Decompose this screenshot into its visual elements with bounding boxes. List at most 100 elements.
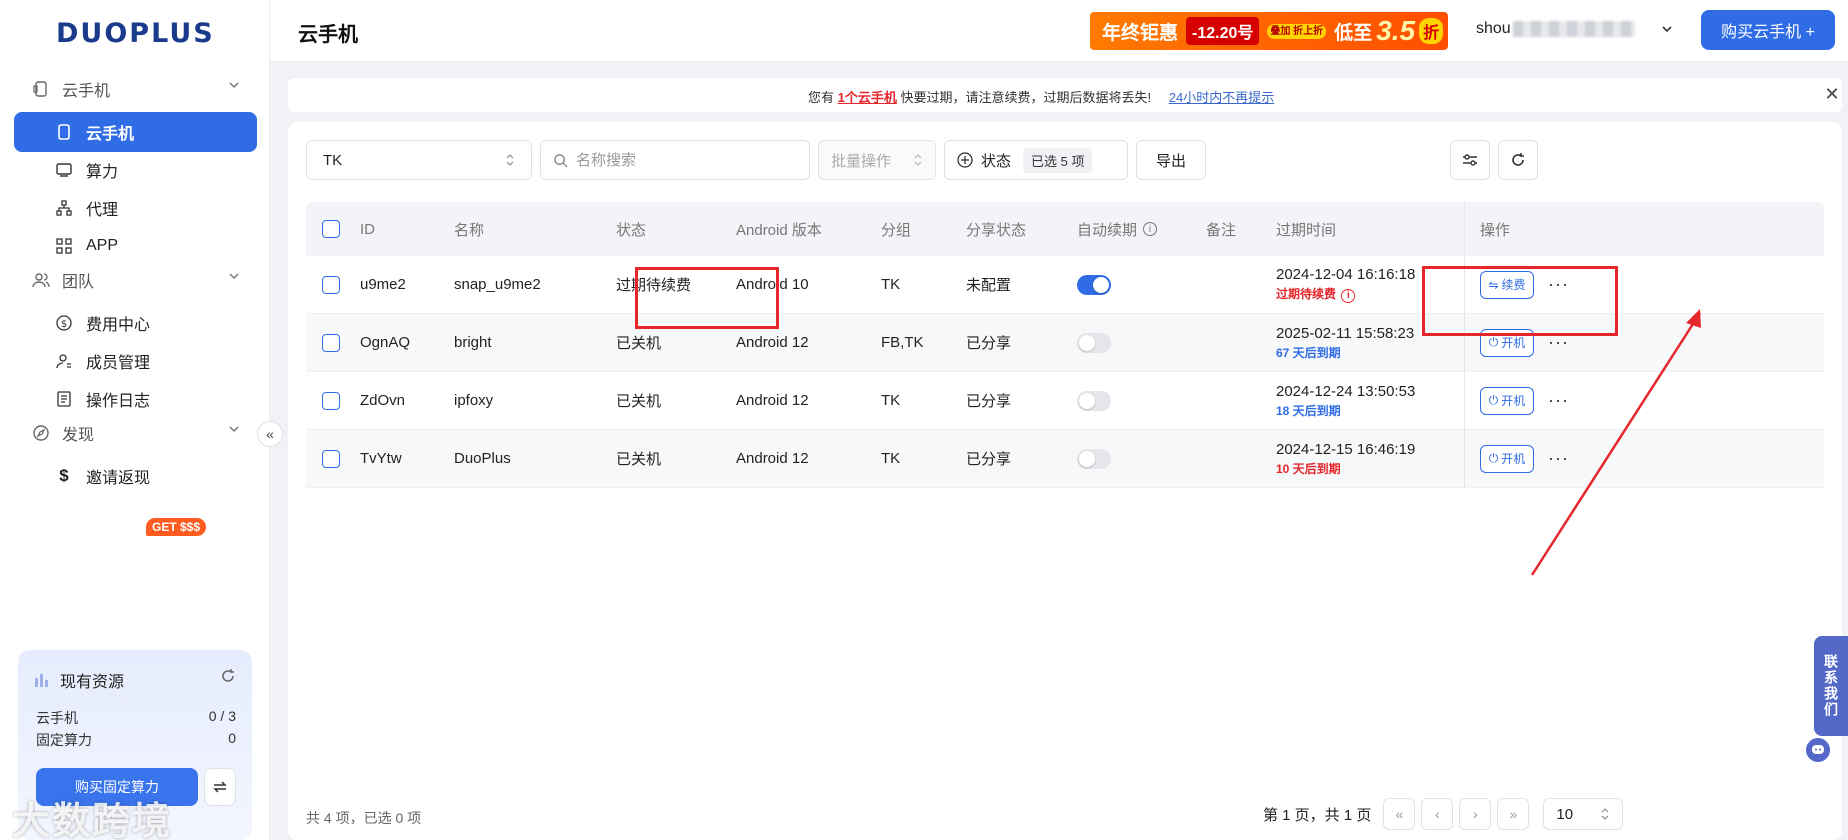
expire-note: 10 天后到期 — [1276, 461, 1341, 476]
sidebar-item-proxy[interactable]: 代理 — [14, 188, 257, 228]
sort-arrows-icon — [913, 153, 923, 167]
power-icon: ⏻ — [1488, 335, 1499, 349]
user-menu[interactable]: shou — [1476, 20, 1673, 38]
cell-status: 已关机 — [616, 335, 662, 352]
chevron-down-icon — [1661, 23, 1673, 35]
plus-circle-icon — [957, 152, 973, 168]
get-money-badge: GET $$$ — [146, 518, 207, 536]
close-icon[interactable]: ✕ — [1822, 84, 1842, 104]
pagination: 第 1 页，共 1 页 « ‹ › » 10 — [1263, 798, 1624, 830]
page-size-select[interactable]: 10 — [1543, 798, 1624, 830]
cell-android: Android 10 — [736, 276, 809, 293]
cell-id: u9me2 — [360, 276, 406, 293]
col-expire: 过期时间 — [1276, 221, 1337, 239]
nav-group-cloud-phone[interactable]: 云手机 — [30, 74, 240, 104]
col-android: Android 版本 — [736, 221, 822, 239]
row-checkbox[interactable] — [322, 391, 340, 410]
row-checkbox[interactable] — [322, 449, 340, 468]
sidebar-item-app[interactable]: APP — [14, 226, 257, 266]
table-header: ID 名称 状态 Android 版本 分组 分享状态 自动续期 i 备注 过期… — [306, 202, 1824, 256]
refresh-icon[interactable] — [220, 668, 236, 684]
resources-title: 现有资源 — [34, 668, 124, 692]
buy-fixed-compute-button[interactable]: 购买固定算力 — [36, 768, 198, 806]
cell-expire: 2024-12-24 13:50:53 18 天后到期 — [1276, 382, 1416, 418]
refresh-icon[interactable] — [1498, 140, 1538, 180]
col-status: 状态 — [616, 221, 647, 239]
promo-banner[interactable]: 年终钜惠 -12.20号 叠加 折上折 低至 3.5 折 — [1090, 12, 1448, 50]
prev-page-icon[interactable]: ‹ — [1421, 798, 1454, 830]
cell-expire: 2025-02-11 15:58:23 67 天后到期 — [1276, 324, 1415, 360]
auto-renew-toggle[interactable] — [1077, 332, 1111, 353]
cell-group: FB,TK — [881, 334, 924, 351]
info-icon[interactable]: i — [1143, 222, 1158, 236]
sidebar-item-compute[interactable]: 算力 — [14, 150, 257, 190]
last-page-icon[interactable]: » — [1497, 798, 1530, 830]
page-info: 第 1 页，共 1 页 — [1263, 806, 1372, 824]
row-checkbox[interactable] — [322, 333, 340, 352]
svg-text:$: $ — [61, 319, 67, 330]
sidebar-item-logs[interactable]: 操作日志 — [14, 379, 257, 419]
sidebar-item-members[interactable]: 成员管理 — [14, 341, 257, 381]
search-input[interactable] — [576, 151, 796, 169]
selection-summary: 共 4 项，已选 0 项 — [306, 810, 422, 826]
search-box[interactable] — [540, 140, 810, 180]
resource-row-compute: 固定算力 0 — [36, 730, 236, 748]
next-page-icon[interactable]: › — [1459, 798, 1492, 830]
auto-renew-toggle[interactable] — [1077, 448, 1111, 469]
status-filter[interactable]: 状态 已选 5 项 — [944, 140, 1128, 180]
cell-id: ZdOvn — [360, 392, 406, 409]
col-id: ID — [360, 220, 375, 238]
cell-share: 未配置 — [966, 277, 1012, 294]
cell-expire: 2024-12-04 16:16:18 过期待续费 i — [1276, 266, 1416, 303]
nav-group-team[interactable]: 团队 — [30, 265, 240, 295]
sidebar-item-label: 算力 — [86, 164, 119, 181]
divider — [1464, 256, 1465, 313]
first-page-icon[interactable]: « — [1383, 798, 1416, 830]
dollar-circle-icon: $ — [54, 313, 74, 333]
cell-name: ipfoxy — [454, 392, 494, 409]
group-select[interactable]: TK — [306, 140, 532, 180]
auto-renew-toggle[interactable] — [1077, 274, 1111, 295]
nav-group-label: 发现 — [62, 427, 95, 444]
batch-operations-select[interactable]: 批量操作 — [818, 140, 936, 180]
contact-us-tab[interactable]: 联系我们 — [1814, 636, 1848, 736]
status-selected-count: 已选 5 项 — [1023, 147, 1093, 173]
col-auto-renew: 自动续期 i — [1077, 202, 1158, 256]
resource-row-phones: 云手机 0 / 3 — [36, 708, 236, 726]
phone-outline-icon — [30, 78, 52, 100]
chevron-down-icon — [228, 270, 240, 282]
chat-icon[interactable] — [1804, 736, 1832, 764]
export-button[interactable]: 导出 — [1136, 140, 1206, 180]
cell-status: 已关机 — [616, 393, 662, 410]
sidebar-item-billing[interactable]: $ 费用中心 — [14, 303, 257, 343]
swap-icon[interactable] — [204, 768, 236, 806]
collapse-sidebar-icon[interactable]: « — [257, 421, 283, 447]
select-all-checkbox[interactable] — [322, 220, 340, 238]
divider — [1464, 314, 1465, 371]
dismiss-24h-link[interactable]: 24小时内不再提示 — [1169, 90, 1274, 105]
row-checkbox[interactable] — [322, 275, 340, 294]
resources-card: 现有资源 云手机 0 / 3 固定算力 0 购买固定算力 — [18, 650, 252, 840]
buy-cloud-phone-button[interactable]: 购买云手机 + — [1701, 10, 1835, 50]
column-settings-icon[interactable] — [1450, 140, 1490, 180]
cell-name: DuoPlus — [454, 450, 511, 467]
document-icon — [54, 389, 74, 409]
auto-renew-toggle[interactable] — [1077, 390, 1111, 411]
col-ops: 操作 — [1480, 221, 1511, 239]
redacted-username — [1512, 21, 1635, 37]
sidebar-item-cloud-phone[interactable]: 云手机 — [14, 112, 257, 152]
more-icon[interactable]: ··· — [1548, 274, 1569, 295]
user-manage-icon — [54, 351, 74, 371]
expiring-phone-link[interactable]: 1个云手机 — [838, 90, 897, 105]
duoplus-logo[interactable]: DUOPLUS — [56, 18, 215, 49]
nav-group-discover[interactable]: 发现 — [30, 418, 240, 448]
cell-id: OgnAQ — [360, 334, 411, 351]
annotation-arrow — [1530, 309, 1702, 576]
sidebar-item-label: 操作日志 — [86, 393, 151, 410]
power-icon: ⏻ — [1488, 393, 1499, 407]
cell-name: bright — [454, 334, 492, 351]
chevron-down-icon — [228, 79, 240, 91]
info-icon[interactable]: i — [1341, 288, 1356, 303]
sidebar-item-invite[interactable]: $ 邀请返现 — [14, 456, 257, 496]
cell-android: Android 12 — [736, 450, 809, 467]
